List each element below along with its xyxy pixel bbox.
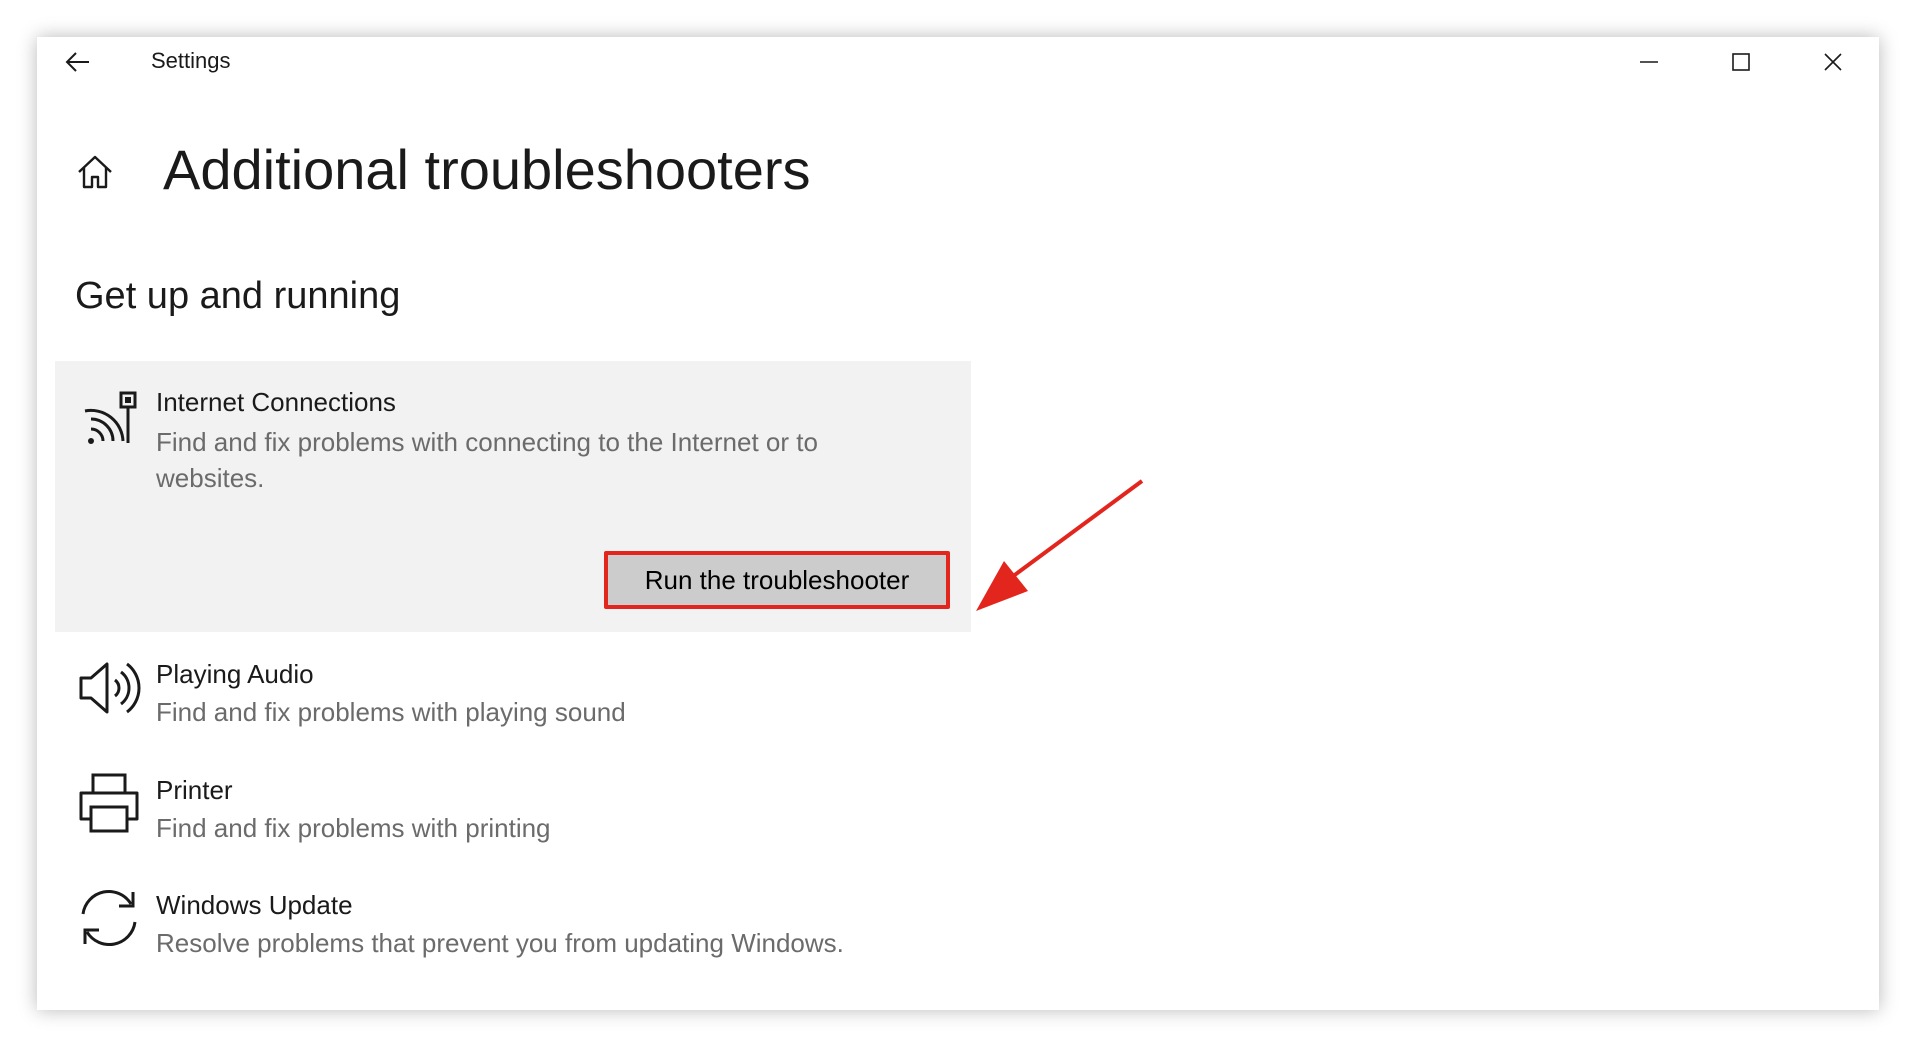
back-arrow-icon — [65, 52, 89, 72]
wifi-network-icon — [74, 384, 144, 454]
home-icon — [78, 155, 112, 189]
item-title: Printer — [156, 775, 233, 805]
minimize-button[interactable] — [1603, 37, 1695, 87]
printer-icon — [74, 768, 144, 838]
settings-window: Settings Additional troubleshooters Get … — [37, 37, 1879, 1010]
item-title: Internet Connections — [156, 387, 396, 417]
section-title: Get up and running — [75, 275, 401, 317]
item-description: Find and fix problems with playing sound — [156, 697, 626, 727]
maximize-button[interactable] — [1695, 37, 1787, 87]
item-title: Playing Audio — [156, 659, 314, 689]
title-bar: Settings — [37, 37, 1879, 87]
run-troubleshooter-button[interactable]: Run the troubleshooter — [608, 555, 946, 605]
sync-icon — [74, 883, 144, 953]
minimize-icon — [1640, 61, 1658, 63]
page-title: Additional troubleshooters — [163, 138, 811, 201]
item-title: Windows Update — [156, 890, 353, 920]
close-button[interactable] — [1787, 37, 1879, 87]
item-description: Find and fix problems with connecting to… — [156, 427, 818, 493]
app-title: Settings — [151, 48, 231, 73]
item-description: Find and fix problems with printing — [156, 813, 551, 843]
home-button[interactable] — [73, 150, 117, 194]
item-description: Resolve problems that prevent you from u… — [156, 928, 844, 958]
annotation-arrow-icon — [976, 479, 1144, 611]
close-icon — [1824, 53, 1842, 71]
back-button[interactable] — [59, 45, 97, 79]
maximize-icon — [1732, 53, 1750, 71]
speaker-icon — [74, 653, 144, 723]
